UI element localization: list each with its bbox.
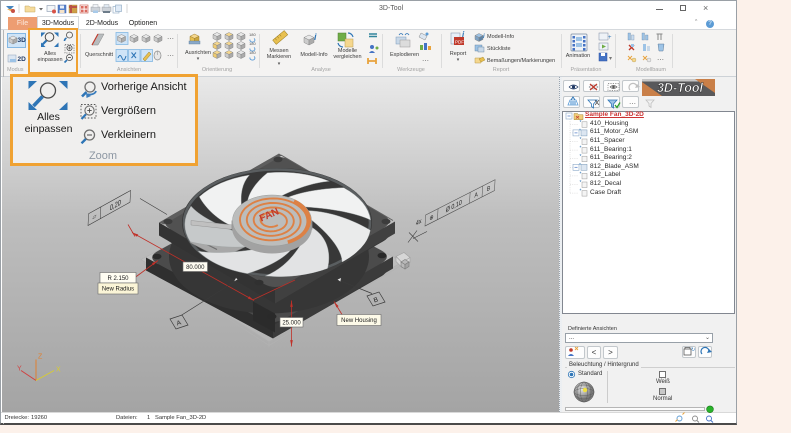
svg-text:i: i: [314, 32, 317, 42]
svg-text:180: 180: [249, 50, 256, 55]
svg-text:▾: ▾: [609, 56, 612, 62]
svg-text:A: A: [474, 191, 478, 199]
svg-text:4x: 4x: [416, 217, 423, 228]
svg-text:New Radius: New Radius: [102, 286, 134, 292]
svg-text:A: A: [176, 319, 183, 327]
svg-text:i: i: [483, 34, 485, 40]
svg-text:⋯: ⋯: [422, 58, 429, 65]
svg-text:↻: ↻: [691, 347, 695, 353]
svg-text:B: B: [373, 296, 379, 304]
svg-text:⊕: ⊕: [429, 214, 433, 223]
svg-text:i: i: [462, 30, 465, 39]
svg-text:⋯: ⋯: [167, 53, 174, 60]
svg-text:80.000: 80.000: [186, 264, 205, 270]
svg-text:B: B: [487, 185, 491, 193]
svg-text:Ø 0,10: Ø 0,10: [446, 198, 463, 214]
svg-text:Z: Z: [38, 353, 43, 360]
svg-text:X: X: [56, 366, 61, 373]
svg-text:Y: Y: [17, 365, 22, 372]
svg-text:⋯: ⋯: [167, 36, 174, 43]
svg-text:180: 180: [249, 32, 256, 37]
svg-text:R 2.150: R 2.150: [107, 275, 129, 281]
svg-text:⋯: ⋯: [657, 57, 664, 64]
svg-text:25.000: 25.000: [282, 320, 301, 326]
svg-text:PDF: PDF: [455, 40, 464, 45]
svg-text:New Housing: New Housing: [341, 318, 377, 324]
svg-text:180: 180: [249, 41, 256, 46]
svg-text:⋯: ⋯: [629, 101, 636, 108]
svg-text:▱: ▱: [92, 213, 96, 222]
svg-text:+: +: [608, 35, 612, 41]
